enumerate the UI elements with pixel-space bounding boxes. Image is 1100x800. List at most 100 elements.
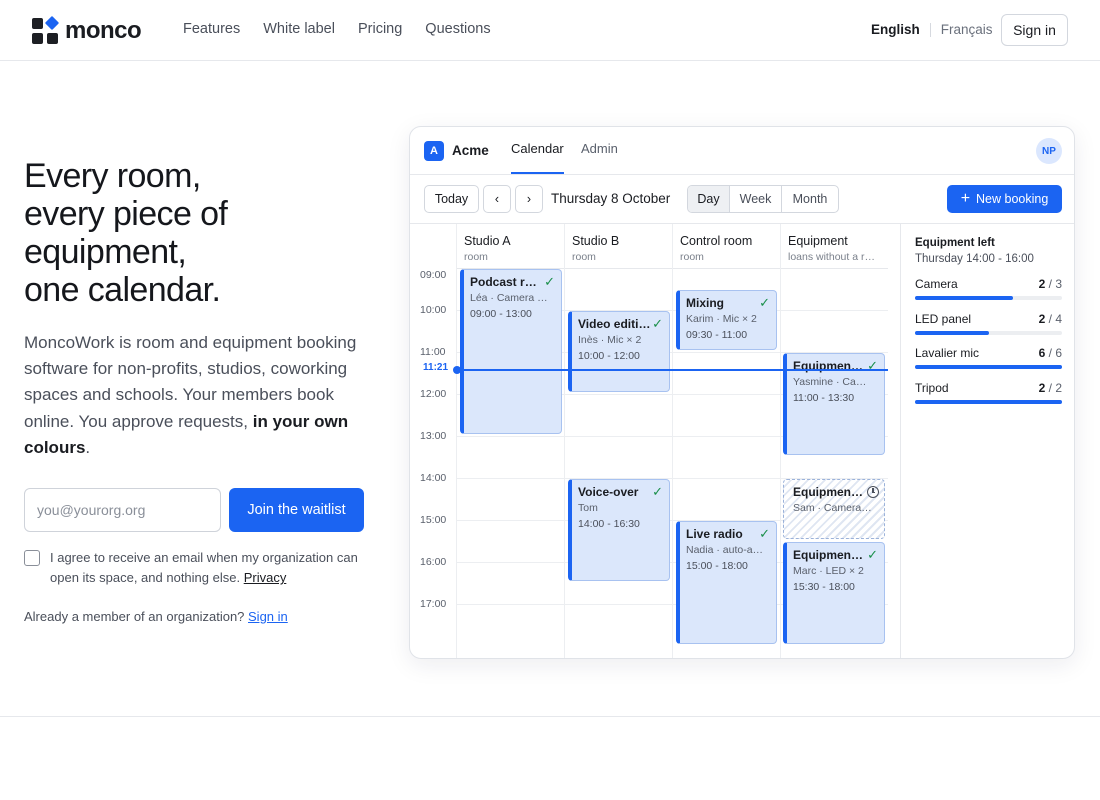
nav-link-questions[interactable]: Questions (425, 21, 490, 37)
new-booking-button[interactable]: + New booking (947, 185, 1062, 213)
new-booking-label: New booking (976, 192, 1049, 206)
equipment-left: 2 (1038, 312, 1046, 326)
column-type: room (572, 251, 596, 263)
nav-link-pricing[interactable]: Pricing (358, 21, 402, 37)
column-name: Control room (680, 234, 753, 248)
event-time: 15:00 - 18:00 (686, 560, 748, 572)
booking-event[interactable]: Mixing Karim · Mic × 2 09:30 - 11:00 ✓ (676, 290, 777, 350)
equipment-left: 2 (1038, 381, 1046, 395)
event-time: 10:00 - 12:00 (578, 350, 640, 362)
equipment-left: 6 (1038, 346, 1046, 360)
pending-booking-event[interactable]: Equipment loan Sam · Camera × 1 (783, 479, 885, 539)
booking-event[interactable]: Podcast recording Léa · Camera × 1 · LED… (460, 269, 562, 434)
event-title: Live radio (686, 527, 743, 541)
today-button[interactable]: Today (424, 185, 479, 213)
equipment-item: Tripod 2 / 2 (915, 381, 1062, 404)
column-header: Equipment loans without a room (780, 224, 888, 268)
column-header: Studio A room (456, 224, 564, 268)
booking-event[interactable]: Video editing Inès · Mic × 2 10:00 - 12:… (568, 311, 670, 392)
column-name: Studio B (572, 234, 620, 248)
approved-check-icon: ✓ (544, 274, 555, 289)
hour-label: 09:00 (420, 269, 447, 281)
hero-subtitle: MoncoWork is room and equipment booking … (24, 330, 360, 461)
availability-bar (915, 331, 1062, 335)
clock-icon (867, 486, 879, 498)
join-waitlist-button[interactable]: Join the waitlist (229, 488, 364, 532)
event-time: 09:30 - 11:00 (686, 329, 748, 341)
availability-fill (915, 400, 1062, 404)
nav-link-white-label[interactable]: White label (263, 21, 335, 37)
availability-bar (915, 365, 1062, 369)
event-title: Voice-over (578, 485, 639, 499)
equipment-panel: Equipment left Thursday 14:00 - 16:00 Ca… (900, 224, 1074, 658)
hour-label: 13:00 (420, 430, 447, 442)
approved-check-icon: ✓ (867, 358, 878, 373)
equipment-count: 2 / 3 (1039, 277, 1062, 291)
column-type: room (680, 251, 704, 263)
current-time-dot (453, 366, 461, 374)
view-week[interactable]: Week (730, 186, 782, 212)
approved-check-icon: ✓ (652, 316, 663, 331)
nav-sign-in-button[interactable]: Sign in (1001, 14, 1068, 46)
nav-link-features[interactable]: Features (183, 21, 240, 37)
event-title: Podcast recording (470, 275, 543, 289)
column-header: Control room room (672, 224, 780, 268)
hour-label: 15:00 (420, 514, 447, 526)
app-preview-card: A Acme Calendar Admin NP Today ‹ › Thurs… (409, 126, 1075, 659)
logo-icon (32, 15, 60, 45)
equipment-count: 6 / 6 (1039, 346, 1062, 360)
booking-event[interactable]: Equipment loan Marc · LED × 2 15:30 - 18… (783, 542, 885, 644)
event-title: Equipment loan (793, 548, 866, 562)
availability-fill (915, 296, 1014, 300)
event-title: Mixing (686, 296, 724, 310)
brand-logo[interactable]: monco (32, 15, 142, 45)
workspace-name[interactable]: Acme (452, 143, 489, 158)
event-people: Sam · Camera × 1 (793, 502, 874, 514)
top-nav: monco Features White label Pricing Quest… (0, 0, 1100, 61)
tab-calendar[interactable]: Calendar (511, 141, 564, 156)
hero-headline: Every room, every piece of equipment, on… (24, 157, 354, 309)
hour-label: 14:00 (420, 472, 447, 484)
equipment-count: 2 / 4 (1039, 312, 1062, 326)
member-prompt: Already a member of an organization? Sig… (24, 609, 288, 624)
equipment-total: / 4 (1048, 312, 1062, 326)
equipment-item: Lavalier mic 6 / 6 (915, 346, 1062, 369)
event-people: Inès · Mic × 2 (578, 334, 642, 346)
subtitle-end: . (85, 437, 91, 457)
current-date: Thursday 8 October (551, 191, 671, 206)
equipment-total: / 3 (1048, 277, 1062, 291)
booking-event[interactable]: Live radio Nadia · auto-approved 15:00 -… (676, 521, 777, 644)
column-divider (672, 224, 673, 658)
current-time-label: 11:21 (423, 362, 449, 373)
member-sign-in-link[interactable]: Sign in (248, 609, 288, 624)
lang-divider (929, 22, 931, 37)
chevron-left-icon[interactable]: ‹ (483, 185, 511, 213)
availability-bar (915, 296, 1062, 300)
view-day[interactable]: Day (688, 186, 730, 212)
column-name: Studio A (464, 234, 511, 248)
lang-francais[interactable]: Français (941, 22, 993, 37)
chevron-right-icon[interactable]: › (515, 185, 543, 213)
event-time: 14:00 - 16:30 (578, 518, 640, 530)
view-switcher: Day Week Month (687, 185, 839, 213)
tab-admin[interactable]: Admin (581, 141, 618, 156)
event-title: Video editing (578, 317, 651, 331)
calendar-grid: Studio A room Studio B room Control room… (410, 224, 900, 658)
event-title: Equipment loan (793, 485, 866, 499)
calendar-toolbar: Today ‹ › Thursday 8 October Day Week Mo… (410, 175, 1074, 224)
availability-bar (915, 400, 1062, 404)
equipment-total: / 2 (1048, 381, 1062, 395)
email-input[interactable] (24, 488, 221, 532)
view-month[interactable]: Month (782, 186, 838, 212)
privacy-link[interactable]: Privacy (244, 570, 287, 585)
hour-label: 16:00 (420, 556, 447, 568)
current-time-line (456, 369, 888, 371)
event-people: Karim · Mic × 2 (686, 313, 757, 325)
consent-checkbox[interactable] (24, 550, 40, 566)
event-people: Tom (578, 502, 598, 514)
lang-english[interactable]: English (871, 22, 920, 37)
event-time: 11:00 - 13:30 (793, 392, 855, 404)
booking-event[interactable]: Voice-over Tom 14:00 - 16:30 ✓ (568, 479, 670, 581)
event-time: 09:00 - 13:00 (470, 308, 532, 320)
avatar[interactable]: NP (1036, 138, 1062, 164)
